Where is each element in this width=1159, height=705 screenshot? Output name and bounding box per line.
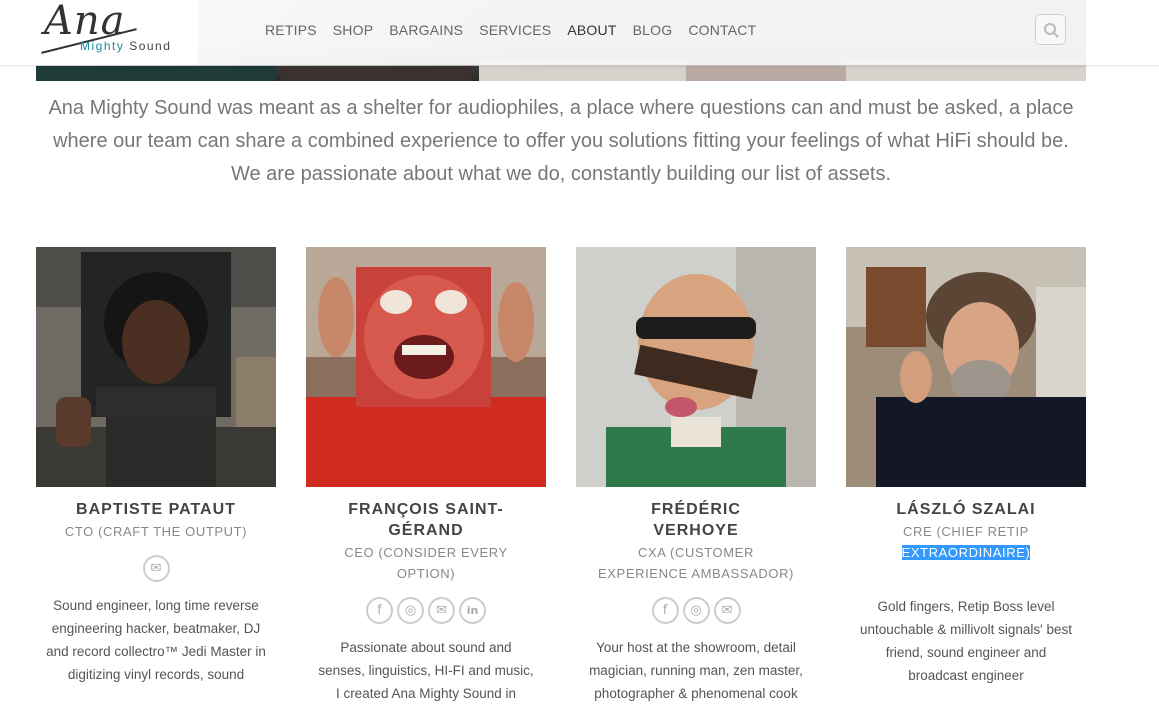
facebook-icon[interactable]: f (366, 597, 393, 624)
member-name: BAPTISTE PATAUT (76, 501, 236, 518)
nav-bargains[interactable]: BARGAINS (389, 21, 463, 39)
team-photo-baptiste (36, 247, 276, 487)
email-icon[interactable]: ✉ (713, 597, 741, 624)
nav-services[interactable]: SERVICES (479, 21, 551, 39)
nav-blog[interactable]: BLOG (633, 21, 673, 39)
email-icon[interactable]: ✉ (142, 555, 170, 582)
selected-text-highlight: EXTRAORDINAIRE) (901, 545, 1031, 560)
site-header: Ana Mighty Sound RETIPS SHOP BARGAINS SE… (0, 0, 1159, 65)
team-card: FRANÇOIS SAINT-GÉRAND CEO (CONSIDER EVER… (306, 247, 546, 705)
nav-contact[interactable]: CONTACT (688, 21, 756, 39)
team-card: BAPTISTE PATAUT CTO (CRAFT THE OUTPUT) ✉… (36, 247, 276, 686)
member-role: CEO (CONSIDER EVERY OPTION) (344, 545, 508, 581)
email-icon[interactable]: ✉ (428, 597, 455, 624)
member-role: CRE (CHIEF RETIP EXTRAORDINAIRE) (901, 524, 1031, 560)
main-nav: RETIPS SHOP BARGAINS SERVICES ABOUT BLOG… (265, 21, 772, 39)
team-card: FRÉDÉRIC VERHOYE CXA (CUSTOMER EXPERIENC… (576, 247, 816, 705)
member-name: FRANÇOIS SAINT-GÉRAND (348, 501, 504, 539)
search-icon (1044, 23, 1059, 38)
member-name: FRÉDÉRIC VERHOYE (651, 501, 741, 539)
logo[interactable]: Ana Mighty Sound (0, 0, 198, 65)
instagram-icon[interactable]: ◎ (397, 597, 424, 624)
member-role: CTO (CRAFT THE OUTPUT) (64, 524, 248, 539)
team-photo-frederic (576, 247, 816, 487)
member-bio: Gold fingers, Retip Boss level untouchab… (860, 599, 1072, 683)
member-bio: Passionate about sound and senses, lingu… (318, 640, 534, 701)
team-photo-laszlo (846, 247, 1086, 487)
member-name: LÁSZLÓ SZALAI (896, 501, 1036, 518)
member-bio: Your host at the showroom, detail magici… (589, 640, 803, 701)
team-photo-francois (306, 247, 546, 487)
member-role: CXA (CUSTOMER EXPERIENCE AMBASSADOR) (598, 545, 794, 581)
search-button[interactable] (1035, 14, 1066, 45)
facebook-icon[interactable]: f (651, 597, 679, 624)
nav-about[interactable]: ABOUT (567, 21, 616, 39)
nav-retips[interactable]: RETIPS (265, 21, 317, 39)
member-bio: Sound engineer, long time reverse engine… (46, 598, 266, 682)
logo-tagline: Mighty Sound (80, 39, 172, 53)
linkedin-icon[interactable]: in (459, 597, 486, 624)
instagram-icon[interactable]: ◎ (682, 597, 710, 624)
nav-shop[interactable]: SHOP (333, 21, 373, 39)
logo-script: Ana (44, 0, 126, 44)
intro-paragraph: Ana Mighty Sound was meant as a shelter … (48, 97, 1074, 185)
team-card: LÁSZLÓ SZALAI CRE (CHIEF RETIP EXTRAORDI… (846, 247, 1086, 687)
